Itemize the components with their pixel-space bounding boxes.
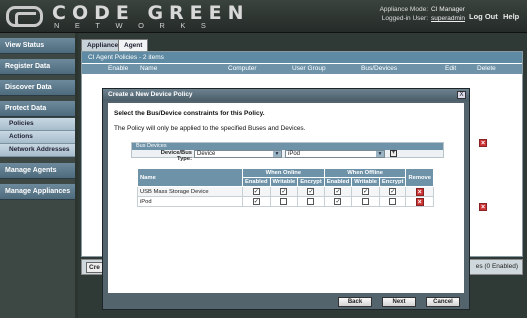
dialog-footer: Back Next Cancel [108,295,464,309]
fieldset-legend: Bus Devices [132,143,443,150]
dialog-title: Create a New Device Policy [103,89,469,101]
checkbox[interactable] [334,187,342,195]
logged-in-label: Logged-in User: [381,15,428,22]
appliance-mode-label: Appliance Mode: [379,6,428,13]
bus-devices-fieldset: Bus Devices Device/Bus Type: Device ▼ iP… [131,142,444,162]
sidebar-item-discover-data[interactable]: Discover Data [0,80,75,96]
th-remove: Remove [405,168,434,187]
chevron-down-icon: ▼ [273,151,281,157]
checkbox[interactable] [389,187,397,195]
policies-table-header: Enable Name Computer User Group Bus/Devi… [82,64,522,74]
col-user-group[interactable]: User Group [292,64,326,74]
sidebar-item-policies[interactable]: Policies [0,118,75,131]
logout-link[interactable]: Log Out [469,12,498,21]
next-button[interactable]: Next [382,297,416,307]
appliance-labels: Appliance Mode: Logged-in User: [358,5,428,23]
th-online-writable: Writable [269,177,299,187]
th-offline-writable: Writable [351,177,380,187]
tab-agent[interactable]: Agent [118,39,149,51]
device-value: iPod [288,151,301,157]
sidebar-item-protect-data[interactable]: Protect Data [0,101,75,117]
col-edit[interactable]: Edit [445,64,456,74]
sidebar-item-view-status[interactable]: View Status [0,38,75,54]
sidebar-item-network-addresses[interactable]: Network Addresses [0,144,75,157]
policy-count-status: es (0 Enabled) [475,263,518,270]
bus-type-select[interactable]: Device ▼ [194,150,282,158]
panel-title: CI Agent Policies - 2 items [82,52,522,63]
sidebar: View Status Register Data Discover Data … [0,33,75,318]
checkbox[interactable] [280,187,288,195]
checkbox[interactable] [307,197,315,205]
checkbox[interactable] [389,197,397,205]
checkbox[interactable] [280,197,288,205]
table-row: iPod × [137,196,434,207]
table-row: USB Mass Storage Device × [137,186,434,197]
col-enable[interactable]: Enable [108,64,128,74]
device-select[interactable]: iPod ▼ [285,150,385,158]
help-link[interactable]: Help [503,12,519,21]
device-name: iPod [137,196,243,207]
checkbox[interactable] [307,187,315,195]
device-bus-type-label: Device/Bus Type: [160,150,192,162]
checkbox[interactable] [334,197,342,205]
checkbox[interactable] [362,197,370,205]
cancel-button[interactable]: Cancel [426,297,460,307]
logo-icon [6,6,43,27]
checkbox[interactable] [362,187,370,195]
sidebar-item-actions[interactable]: Actions [0,131,75,144]
sidebar-item-manage-agents[interactable]: Manage Agents [0,163,75,179]
instruction-select: Select the Bus/Device constraints for th… [114,110,265,117]
close-icon[interactable]: X [457,91,466,99]
th-offline-enabled: Enabled [323,177,353,187]
th-when-online: When Online [242,168,325,178]
col-delete[interactable]: Delete [477,64,496,74]
sidebar-item-register-data[interactable]: Register Data [0,59,75,75]
th-when-offline: When Offline [323,168,407,178]
app-header: CODE GREEN NETWORKS Appliance Mode: Logg… [0,0,527,33]
create-device-policy-dialog: Create a New Device Policy X Select the … [102,88,470,310]
add-device-icon[interactable]: + [390,150,397,157]
th-online-enabled: Enabled [242,177,271,187]
appliance-mode-value: CI Manager [431,6,465,13]
sidebar-item-manage-appliances[interactable]: Manage Appliances [0,184,75,200]
col-computer[interactable]: Computer [228,64,257,74]
th-name: Name [137,168,243,187]
device-constraints-table: Name When Online When Offline Remove Ena… [137,168,434,207]
instruction-applied: The Policy will only be applied to the s… [114,125,306,132]
dialog-body: Select the Bus/Device constraints for th… [108,103,464,293]
checkbox[interactable] [252,197,260,205]
chevron-down-icon: ▼ [376,151,384,157]
logo-text-bottom: NETWORKS [54,21,222,30]
th-offline-encrypt: Encrypt [378,177,407,187]
th-online-encrypt: Encrypt [297,177,325,187]
remove-device-icon[interactable]: × [415,187,424,196]
device-name: USB Mass Storage Device [137,186,243,197]
back-button[interactable]: Back [338,297,372,307]
delete-row-1-icon[interactable]: × [479,139,487,147]
bus-type-value: Device [197,151,216,157]
delete-row-2-icon[interactable]: × [479,203,487,211]
checkbox[interactable] [252,187,260,195]
remove-device-icon[interactable]: × [415,197,424,206]
logged-in-user-link[interactable]: superadmin [431,14,465,23]
col-bus-devices[interactable]: Bus/Devices [361,64,397,74]
col-name[interactable]: Name [140,64,157,74]
appliance-values: CI Manager superadmin [431,5,465,23]
